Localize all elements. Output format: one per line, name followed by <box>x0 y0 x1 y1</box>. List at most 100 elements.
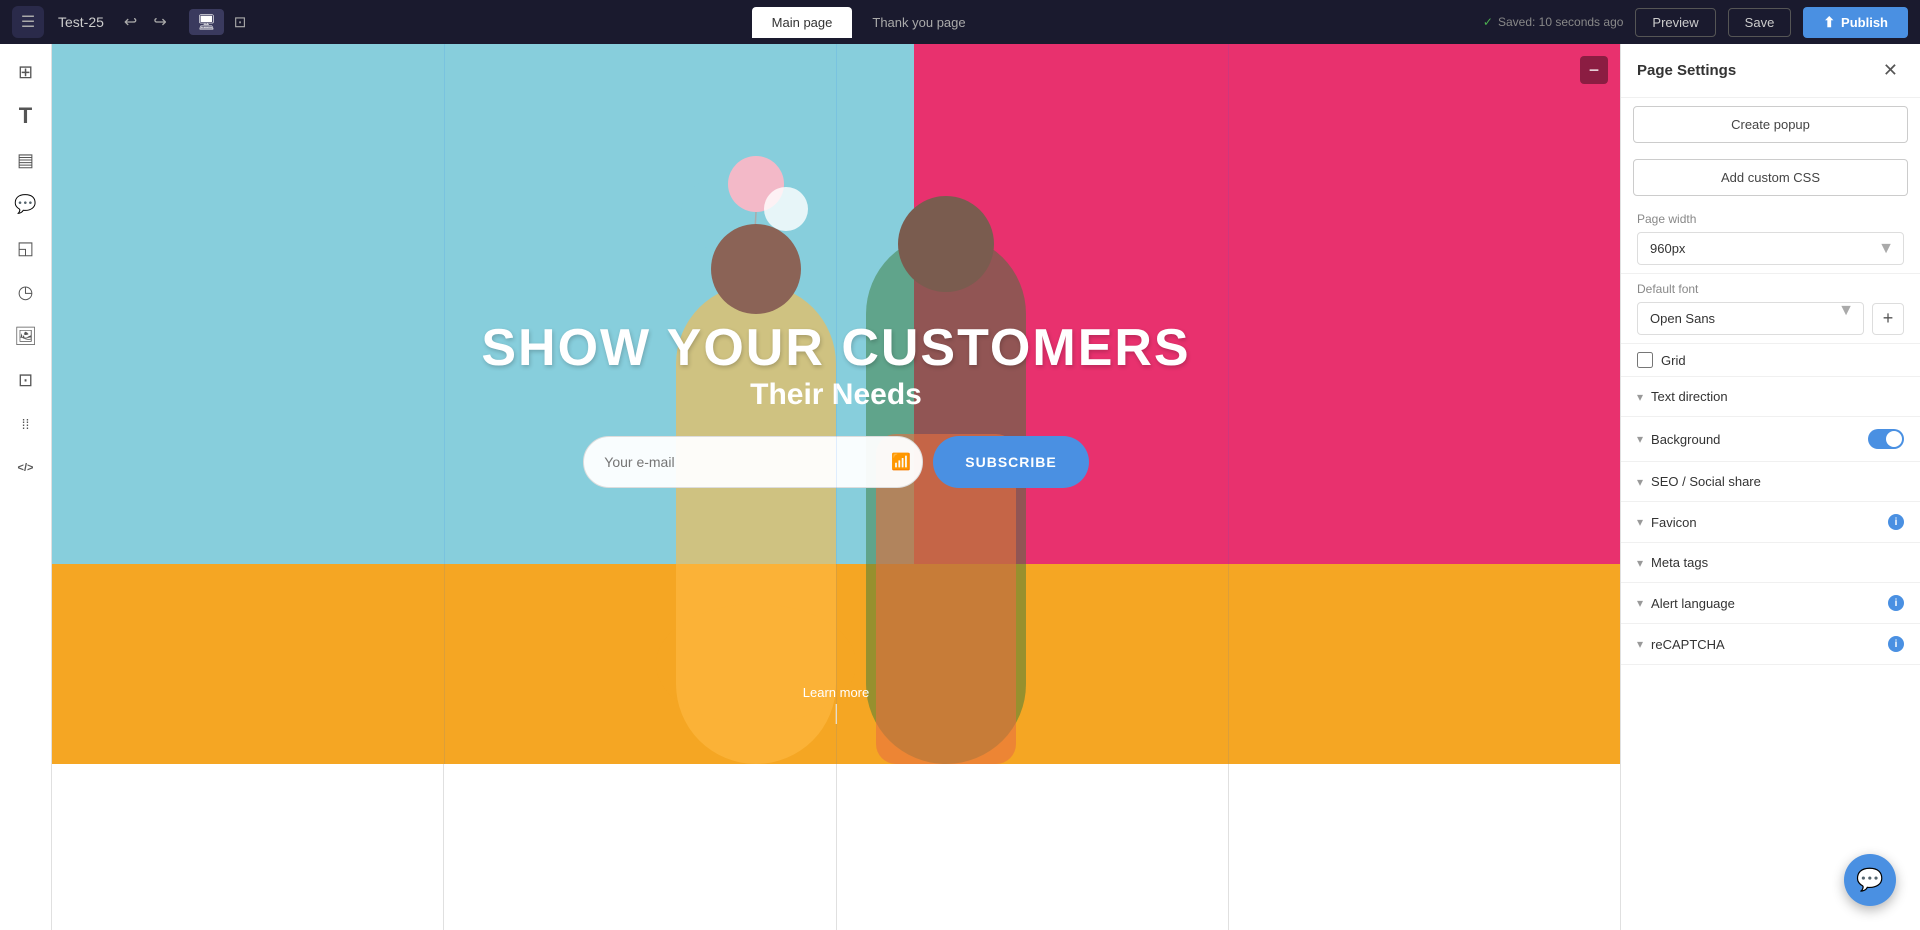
learn-more-link[interactable]: Learn more <box>803 685 869 724</box>
sidebar-layout-button[interactable]: ⊡ <box>6 360 46 400</box>
default-font-section: Default font Open Sans Roboto Lato ▼ + <box>1621 274 1920 344</box>
recaptcha-header[interactable]: ▾ reCAPTCHA i <box>1621 624 1920 664</box>
background-header[interactable]: ▾ Background <box>1621 417 1920 461</box>
meta-tags-arrow-icon: ▾ <box>1637 556 1643 570</box>
sidebar-embed-button[interactable]: </> <box>6 448 46 488</box>
sidebar-layers-button[interactable]: ◱ <box>6 228 46 268</box>
page-width-section: Page width 960px 1200px 1440px ▼ <box>1621 204 1920 274</box>
redo-button[interactable]: ↪ <box>147 8 172 36</box>
page-width-select-wrap: 960px 1200px 1440px ▼ <box>1637 232 1904 265</box>
sidebar-image-button[interactable]: 🖼 <box>6 316 46 356</box>
seo-social-arrow-icon: ▾ <box>1637 475 1643 489</box>
add-font-button[interactable]: + <box>1872 303 1904 335</box>
text-direction-header[interactable]: ▾ Text direction <box>1621 377 1920 416</box>
default-font-label: Default font <box>1637 282 1904 296</box>
panel-title: Page Settings <box>1637 62 1736 79</box>
right-panel: Page Settings ✕ Create popup Add custom … <box>1620 44 1920 930</box>
text-direction-title: Text direction <box>1651 389 1904 404</box>
device-selector: 🖥 ⊡ <box>189 9 255 35</box>
sidebar-grid-button[interactable]: ⊞ <box>6 52 46 92</box>
meta-tags-section: ▾ Meta tags <box>1621 543 1920 583</box>
meta-tags-title: Meta tags <box>1651 555 1904 570</box>
hero-section: − SHOW YOUR CUSTOMERS Their Needs 📶 SUBS… <box>52 44 1620 764</box>
main-area: ⊞ T ▤ 💬 ◱ ◷ 🖼 ⊡ ⁞⁞ </> <box>0 44 1920 930</box>
column-1 <box>52 764 444 930</box>
sidebar-timer-button[interactable]: ◷ <box>6 272 46 312</box>
recaptcha-section: ▾ reCAPTCHA i <box>1621 624 1920 665</box>
undo-button[interactable]: ↩ <box>118 8 143 36</box>
default-font-row: Open Sans Roboto Lato ▼ + <box>1637 302 1904 335</box>
project-name: Test-25 <box>58 14 104 30</box>
default-font-select[interactable]: Open Sans Roboto Lato <box>1637 302 1864 335</box>
favicon-header[interactable]: ▾ Favicon i <box>1621 502 1920 542</box>
text-direction-section: ▾ Text direction <box>1621 377 1920 417</box>
email-input-wrap: 📶 <box>583 436 923 488</box>
alert-language-section: ▾ Alert language i <box>1621 583 1920 624</box>
alert-language-title: Alert language <box>1651 596 1882 611</box>
tab-thank-you-page[interactable]: Thank you page <box>852 7 985 38</box>
topbar-actions: ✓ Saved: 10 seconds ago Preview Save ⬆ P… <box>1483 7 1908 38</box>
page-canvas: − SHOW YOUR CUSTOMERS Their Needs 📶 SUBS… <box>52 44 1620 930</box>
background-title: Background <box>1651 432 1868 447</box>
favicon-arrow-icon: ▾ <box>1637 515 1643 529</box>
email-icon: 📶 <box>891 452 911 472</box>
create-popup-button[interactable]: Create popup <box>1633 106 1908 143</box>
tab-main-page[interactable]: Main page <box>752 7 853 38</box>
bottom-columns <box>52 764 1620 930</box>
left-sidebar: ⊞ T ▤ 💬 ◱ ◷ 🖼 ⊡ ⁞⁞ </> <box>0 44 52 930</box>
publish-icon: ⬆ <box>1823 14 1835 31</box>
topbar: ☰ Test-25 ↩ ↪ 🖥 ⊡ Main page Thank you pa… <box>0 0 1920 44</box>
recaptcha-arrow-icon: ▾ <box>1637 637 1643 651</box>
column-4 <box>1229 764 1620 930</box>
hero-collapse-button[interactable]: − <box>1580 56 1608 84</box>
font-select-wrap: Open Sans Roboto Lato ▼ <box>1637 302 1864 335</box>
preview-button[interactable]: Preview <box>1635 8 1715 37</box>
page-width-label: Page width <box>1637 212 1904 226</box>
desktop-device-button[interactable]: 🖥 <box>189 9 224 35</box>
undo-redo-group: ↩ ↪ <box>118 8 173 36</box>
publish-button[interactable]: ⬆ Publish <box>1803 7 1908 38</box>
hero-title: SHOW YOUR CUSTOMERS <box>52 320 1620 377</box>
grid-label: Grid <box>1661 353 1686 368</box>
seo-social-title: SEO / Social share <box>1651 474 1904 489</box>
grid-setting-row: Grid <box>1621 344 1920 377</box>
hero-form: 📶 SUBSCRIBE <box>52 436 1620 488</box>
alert-language-arrow-icon: ▾ <box>1637 596 1643 610</box>
background-toggle[interactable] <box>1868 429 1904 449</box>
column-3 <box>837 764 1229 930</box>
seo-social-section: ▾ SEO / Social share <box>1621 462 1920 502</box>
alert-language-header[interactable]: ▾ Alert language i <box>1621 583 1920 623</box>
subscribe-button[interactable]: SUBSCRIBE <box>933 436 1088 488</box>
add-custom-css-button[interactable]: Add custom CSS <box>1633 159 1908 196</box>
grid-checkbox[interactable] <box>1637 352 1653 368</box>
logo: ☰ <box>12 6 44 38</box>
panel-header: Page Settings ✕ <box>1621 44 1920 98</box>
text-direction-arrow-icon: ▾ <box>1637 390 1643 404</box>
favicon-info-icon: i <box>1888 514 1904 530</box>
chat-bubble-button[interactable]: 💬 <box>1844 854 1896 906</box>
sidebar-text-button[interactable]: T <box>6 96 46 136</box>
recaptcha-info-icon: i <box>1888 636 1904 652</box>
canvas-area: − SHOW YOUR CUSTOMERS Their Needs 📶 SUBS… <box>52 44 1620 930</box>
meta-tags-header[interactable]: ▾ Meta tags <box>1621 543 1920 582</box>
background-section: ▾ Background <box>1621 417 1920 462</box>
alert-language-info-icon: i <box>1888 595 1904 611</box>
sidebar-sections-button[interactable]: ▤ <box>6 140 46 180</box>
save-button[interactable]: Save <box>1728 8 1792 37</box>
hero-content: SHOW YOUR CUSTOMERS Their Needs 📶 SUBSCR… <box>52 320 1620 487</box>
favicon-title: Favicon <box>1651 515 1882 530</box>
email-input[interactable] <box>583 436 923 488</box>
page-width-select[interactable]: 960px 1200px 1440px <box>1637 232 1904 265</box>
tablet-device-button[interactable]: ⊡ <box>226 9 255 35</box>
chat-icon: 💬 <box>1856 867 1883 893</box>
panel-close-button[interactable]: ✕ <box>1877 58 1904 83</box>
seo-social-header[interactable]: ▾ SEO / Social share <box>1621 462 1920 501</box>
page-tabs: Main page Thank you page <box>264 7 1473 38</box>
column-2 <box>444 764 836 930</box>
favicon-section: ▾ Favicon i <box>1621 502 1920 543</box>
saved-indicator: ✓ Saved: 10 seconds ago <box>1483 15 1624 29</box>
background-arrow-icon: ▾ <box>1637 432 1643 446</box>
sidebar-apps-button[interactable]: ⁞⁞ <box>6 404 46 444</box>
sidebar-comments-button[interactable]: 💬 <box>6 184 46 224</box>
recaptcha-title: reCAPTCHA <box>1651 637 1882 652</box>
